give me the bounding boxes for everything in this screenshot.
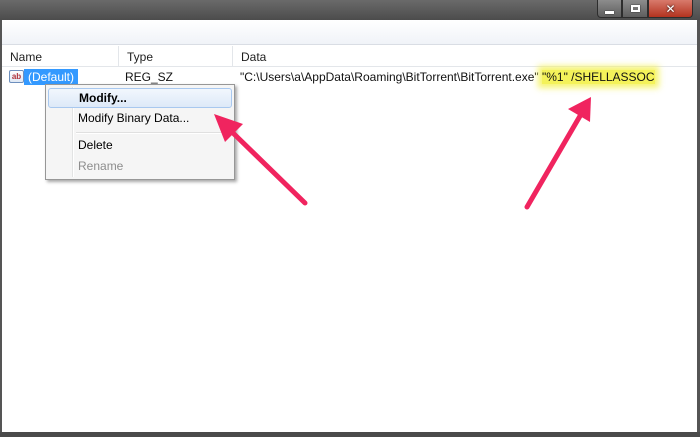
arrow-to-context-menu: [214, 114, 308, 206]
arrow-to-highlighted-data: [524, 97, 591, 210]
annotation-arrows: [214, 97, 591, 210]
